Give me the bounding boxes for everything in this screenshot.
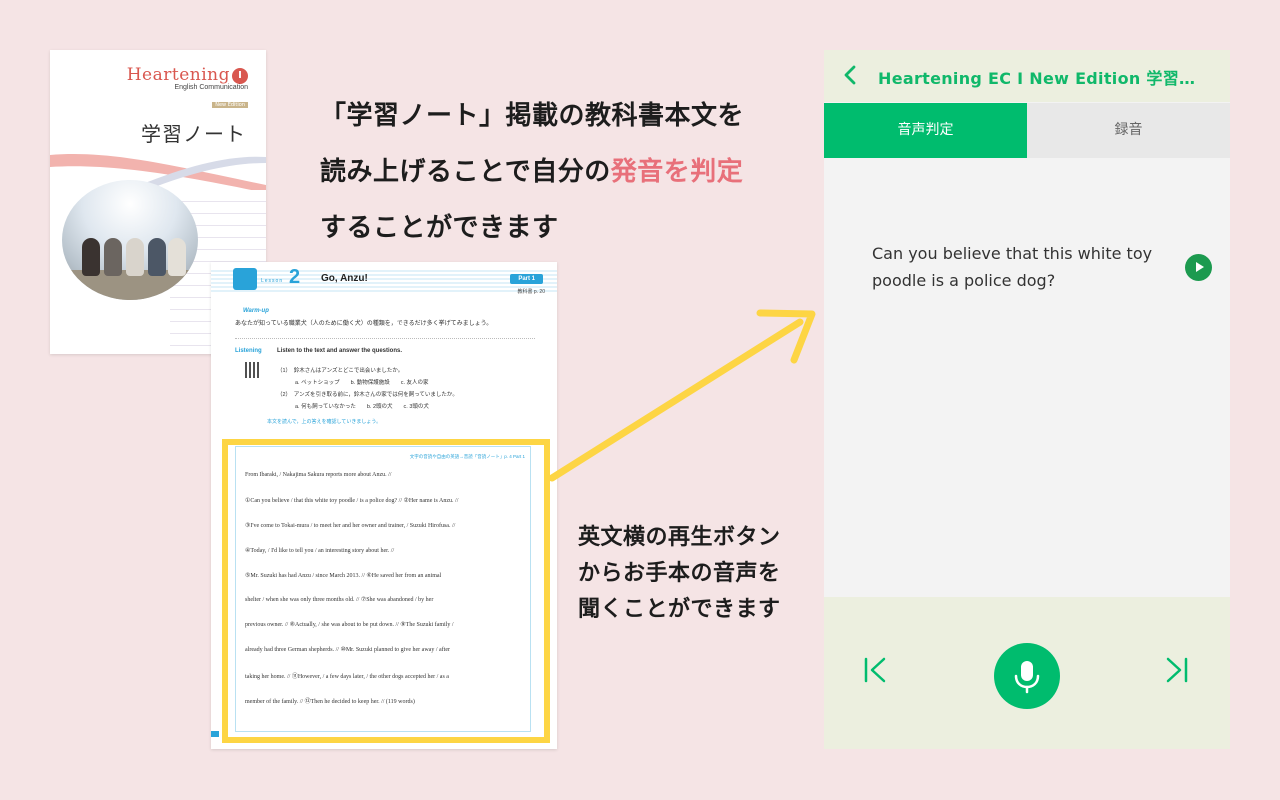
headline-line-2-prefix: 読み上げることで自分の xyxy=(320,157,611,187)
page-reference: 教科書 p. 20 xyxy=(517,289,545,295)
tab-bar: 音声判定 録音 xyxy=(824,103,1230,158)
check-answers-text: 本文を読んで，上の答えを確認していきましょう。 xyxy=(267,419,382,425)
cover-title: 学習ノート xyxy=(141,122,246,146)
cover-brand: Heartening I English Communication New Ed… xyxy=(127,65,248,110)
app-screen: Heartening EC I New Edition 学習… 音声判定 録音 … xyxy=(824,50,1230,749)
app-header: Heartening EC I New Edition 学習… xyxy=(824,50,1230,102)
listening-label: Listening xyxy=(235,348,262,354)
lesson-number: 2 xyxy=(289,266,301,288)
skip-previous-icon[interactable] xyxy=(856,642,896,702)
page-corner-mark xyxy=(211,731,219,737)
lesson-label: Lesson xyxy=(261,278,284,284)
play-icon[interactable] xyxy=(1185,254,1212,281)
tab-pronunciation-check[interactable]: 音声判定 xyxy=(824,103,1027,158)
headline-line-3: することができます xyxy=(320,213,559,243)
cover-brand-name: Heartening xyxy=(126,65,230,85)
qr-code-icon xyxy=(245,362,261,378)
warmup-text: あなたが知っている職業犬（人のために働く犬）の種類を，できるだけ多く挙げてみまし… xyxy=(235,321,493,327)
caption-line-3: 聞くことができます xyxy=(578,597,781,622)
lesson-title: Go, Anzu! xyxy=(321,273,368,284)
app-title: Heartening EC I New Edition 学習… xyxy=(878,69,1196,88)
caption-line-1: 英文横の再生ボタン xyxy=(578,525,781,550)
dog-icon xyxy=(233,268,257,290)
skip-next-icon[interactable] xyxy=(1156,642,1196,702)
tab-recording[interactable]: 録音 xyxy=(1027,103,1230,158)
cover-brand-subtitle: English Communication xyxy=(174,84,248,91)
warmup-label: Warm-up xyxy=(243,308,269,314)
chevron-left-icon[interactable] xyxy=(838,62,864,88)
caption-line-2: からお手本の音声を xyxy=(578,561,781,586)
divider xyxy=(235,338,535,339)
listening-text: Listen to the text and answer the questi… xyxy=(277,348,403,354)
cover-brand-badge: I xyxy=(232,68,248,84)
headline-line-2: 読み上げることで自分の発音を判定 xyxy=(320,144,744,200)
highlight-box xyxy=(222,439,550,743)
part-tag: Part 1 xyxy=(510,274,543,284)
cover-photo xyxy=(62,180,198,300)
question-2: （2） アンズを引き取る前に，鈴木さんの家では何を飼っていましたか。 xyxy=(277,392,458,398)
cover-edition-tag: New Edition xyxy=(212,102,248,108)
caption: 英文横の再生ボタン からお手本の音声を 聞くことができます xyxy=(578,520,781,628)
microphone-icon xyxy=(1014,661,1040,694)
practice-sentence: Can you believe that this white toy pood… xyxy=(872,244,1153,290)
record-button[interactable] xyxy=(994,643,1060,709)
worksheet-header: Lesson 2 Go, Anzu! Part 1 教科書 p. 20 xyxy=(211,262,557,298)
question-1: （1） 鈴木さんはアンズとどこで出会いましたか。 xyxy=(277,368,404,374)
headline-line-1: 「学習ノート」掲載の教科書本文を xyxy=(320,101,745,131)
headline: 「学習ノート」掲載の教科書本文を 読み上げることで自分の発音を判定 することがで… xyxy=(320,88,744,256)
question-1-options: a. ペットショップ b. 動物保護施設 c. 友人の家 xyxy=(295,380,429,386)
question-2-options: a. 何も飼っていなかった b. 2頭の犬 c. 3頭の犬 xyxy=(295,404,429,410)
headline-highlight: 発音を判定 xyxy=(610,157,744,187)
